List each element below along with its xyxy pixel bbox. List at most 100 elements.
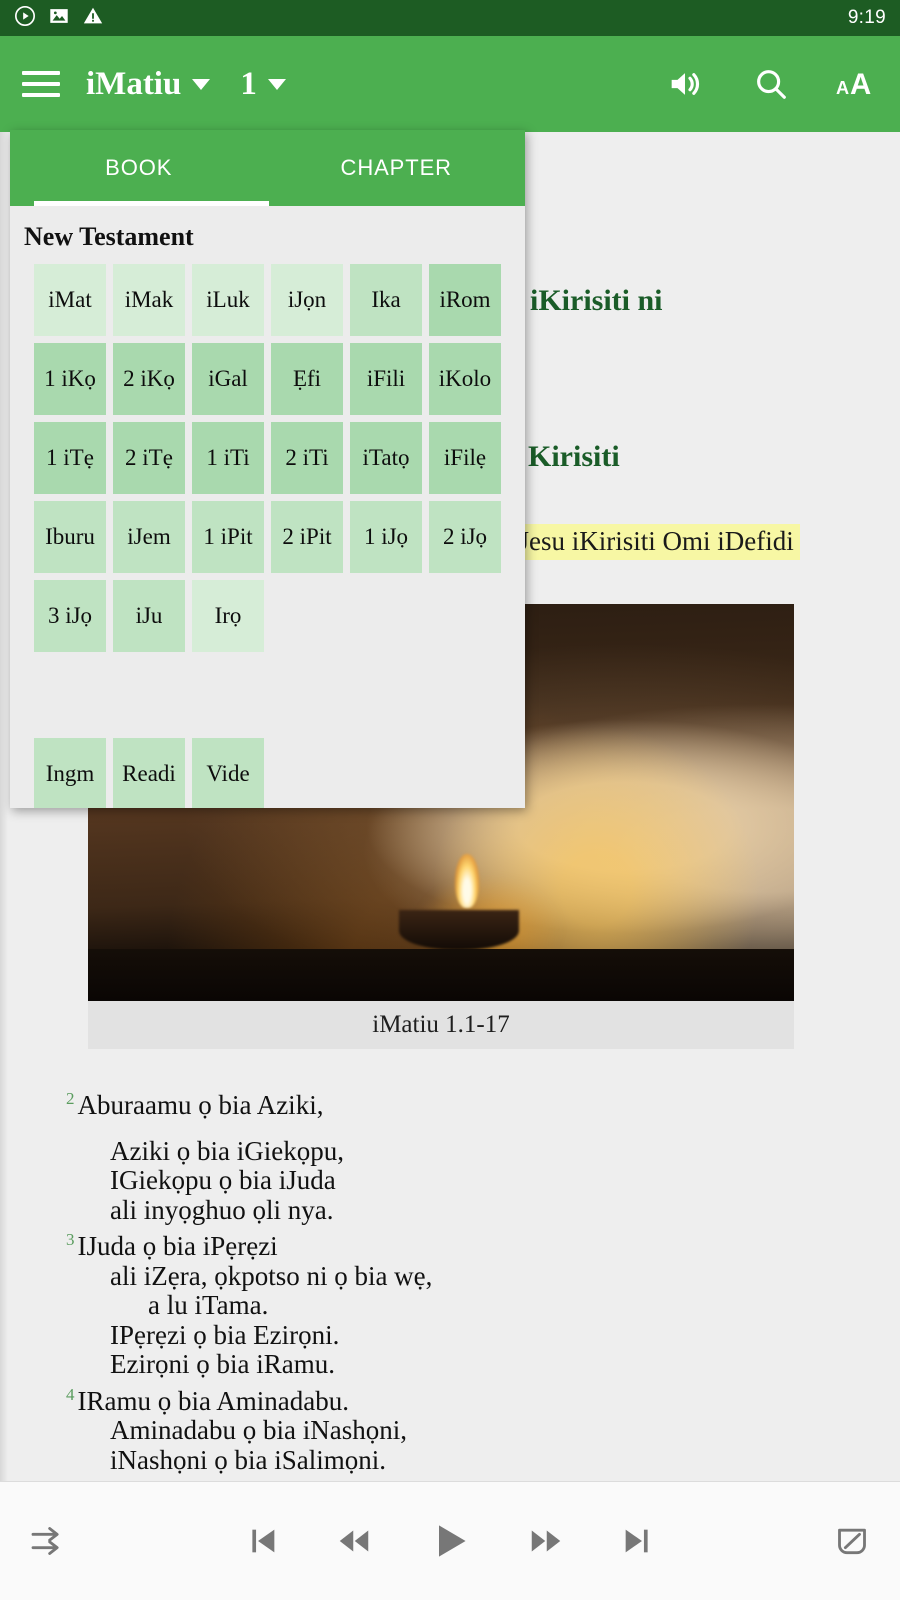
verse-spacer: [66, 1121, 866, 1137]
section-heading-top: iKirisiti ni: [530, 284, 663, 317]
player-left-group: [28, 1521, 118, 1561]
rewind-icon[interactable]: [336, 1523, 372, 1559]
verse-line[interactable]: Aminadabu ọ bia iNashọni,: [66, 1415, 866, 1446]
verse-number: 2: [66, 1089, 75, 1108]
book-tile[interactable]: 2 iPit: [271, 501, 343, 573]
verse-number: 4: [66, 1384, 75, 1404]
verse-number: 3: [66, 1230, 75, 1249]
testament-section-title: New Testament: [24, 222, 194, 251]
book-tile[interactable]: 1 iKọ: [34, 343, 106, 415]
verse-line[interactable]: Ezirọni ọ bia iRamu.: [66, 1349, 866, 1380]
highlighted-verse-line[interactable]: iJesu iKirisiti Omi iDefidi: [505, 524, 800, 560]
tab-chapter[interactable]: CHAPTER: [268, 130, 526, 206]
book-tile[interactable]: iFili: [350, 343, 422, 415]
verse-line[interactable]: 4 IRamu ọ bia Aminadabu.: [66, 1380, 866, 1417]
active-tab-indicator: [34, 201, 269, 206]
svg-text:A: A: [836, 78, 849, 98]
fast-forward-icon[interactable]: [528, 1523, 564, 1559]
book-selector[interactable]: iMatiu: [86, 65, 211, 103]
verse-text: IJuda ọ bia iPẹrẹzi: [77, 1231, 278, 1261]
book-tile[interactable]: iJọn: [271, 264, 343, 336]
verse-line[interactable]: Aziki ọ bia iGiekọpu,: [66, 1135, 866, 1167]
book-tile[interactable]: 1 iTi: [192, 422, 264, 494]
app-bar-left: iMatiu 1: [22, 66, 286, 103]
book-tile[interactable]: 1 iTẹ: [34, 422, 106, 494]
hamburger-menu-icon[interactable]: [22, 71, 60, 97]
book-tile[interactable]: iTatọ: [350, 422, 422, 494]
chevron-down-icon: [267, 78, 286, 90]
verse-text: Aburaamu ọ bia Aziki,: [77, 1090, 324, 1120]
status-bar: 9:19: [0, 0, 900, 36]
book-tile[interactable]: iJem: [113, 501, 185, 573]
verse-text: IGiekọpu ọ bia iJuda: [110, 1165, 336, 1195]
book-tile[interactable]: iMak: [113, 264, 185, 336]
verse-line[interactable]: ali iZẹra, ọkpotso ni ọ bia wẹ,: [66, 1260, 866, 1292]
svg-text:A: A: [850, 68, 871, 101]
picker-tabs: BOOK CHAPTER: [10, 130, 525, 206]
book-tile[interactable]: 2 iKọ: [113, 343, 185, 415]
book-tile[interactable]: iMat: [34, 264, 106, 336]
book-tile[interactable]: iKolo: [429, 343, 501, 415]
verse-line[interactable]: IPẹrẹzi ọ bia Ezirọni.: [66, 1319, 866, 1351]
book-selector-label: iMatiu: [86, 65, 182, 102]
verse-line[interactable]: iNashọni ọ bia iSalimọni.: [66, 1444, 866, 1476]
book-tile[interactable]: iFilẹ: [429, 422, 501, 494]
app-bar: iMatiu 1 AA: [0, 36, 900, 132]
book-tile[interactable]: iJu: [113, 580, 185, 652]
skip-to-start-icon[interactable]: [246, 1524, 280, 1558]
play-icon[interactable]: [428, 1519, 472, 1563]
grid-spacer: [10, 652, 525, 724]
verse-text: IPẹrẹzi ọ bia Ezirọni.: [110, 1319, 340, 1350]
book-tile[interactable]: Iburu: [34, 501, 106, 573]
player-right-group: [782, 1521, 872, 1561]
section-heading-mid: Kirisiti: [528, 440, 620, 473]
player-transport-controls: [118, 1519, 782, 1563]
extra-tile[interactable]: Ingm: [34, 738, 106, 808]
book-tile[interactable]: iLuk: [192, 264, 264, 336]
illustration-foreground: [88, 949, 794, 1001]
book-tile[interactable]: 1 iJọ: [350, 501, 422, 573]
verse-line[interactable]: a lu iTama.: [66, 1290, 866, 1321]
book-grid: iMat iMak iLuk iJọn Ika iRom 1 iKọ 2 iKọ iGal Ẹfi…: [10, 264, 525, 652]
volume-icon[interactable]: [664, 63, 706, 105]
repeat-icon[interactable]: [28, 1521, 68, 1561]
verse-text: Aziki ọ bia iGiekọpu,: [110, 1135, 344, 1166]
book-tile[interactable]: Ẹfi: [271, 343, 343, 415]
search-icon[interactable]: [750, 63, 792, 105]
tab-book[interactable]: BOOK: [10, 130, 268, 206]
play-circle-icon: [14, 5, 36, 32]
lamp-base: [398, 909, 519, 950]
chapter-selector[interactable]: 1: [240, 66, 286, 103]
book-chapter-picker-panel[interactable]: BOOK CHAPTER New Testament iMat iMak iLuk i…: [10, 130, 525, 808]
book-tile[interactable]: 2 iTi: [271, 422, 343, 494]
verse-text: iNashọni ọ bia iSalimọni.: [110, 1444, 386, 1475]
verse-line[interactable]: 2 Aburaamu ọ bia Aziki,: [66, 1084, 866, 1121]
verse-line[interactable]: 3 IJuda ọ bia iPẹrẹzi: [66, 1225, 866, 1262]
book-tile[interactable]: 2 iJọ: [429, 501, 501, 573]
verse-line[interactable]: IGiekọpu ọ bia iJuda: [66, 1165, 866, 1196]
book-tile[interactable]: iRom: [429, 264, 501, 336]
warning-icon: [82, 5, 104, 32]
book-tile[interactable]: 3 iJọ: [34, 580, 106, 652]
book-tile[interactable]: Ika: [350, 264, 422, 336]
illustration-caption: iMatiu 1.1-17: [88, 1001, 794, 1049]
speed-icon[interactable]: [832, 1521, 872, 1561]
skip-to-end-icon[interactable]: [620, 1524, 654, 1558]
image-icon: [48, 5, 70, 32]
book-tile[interactable]: 2 iTẹ: [113, 422, 185, 494]
chapter-selector-label: 1: [240, 65, 257, 102]
book-tile[interactable]: 1 iPit: [192, 501, 264, 573]
audio-player-bar: [0, 1481, 900, 1600]
verse-line[interactable]: ali inyọghuo ọli nya.: [66, 1194, 866, 1226]
font-size-icon[interactable]: AA: [836, 63, 878, 105]
book-tile[interactable]: iGal: [192, 343, 264, 415]
extra-tile[interactable]: Readi: [113, 738, 185, 808]
book-tile[interactable]: Irọ: [192, 580, 264, 652]
verse-text: ali inyọghuo ọli nya.: [110, 1194, 334, 1225]
verse-text: a lu iTama.: [148, 1290, 269, 1320]
verse-text: Ezirọni ọ bia iRamu.: [110, 1349, 335, 1379]
extra-tile[interactable]: Vide: [192, 738, 264, 808]
verse-text: ali iZẹra, ọkpotso ni ọ bia wẹ,: [110, 1260, 433, 1291]
page-left-shadow: [0, 132, 8, 1481]
app-bar-actions: AA: [664, 63, 878, 105]
